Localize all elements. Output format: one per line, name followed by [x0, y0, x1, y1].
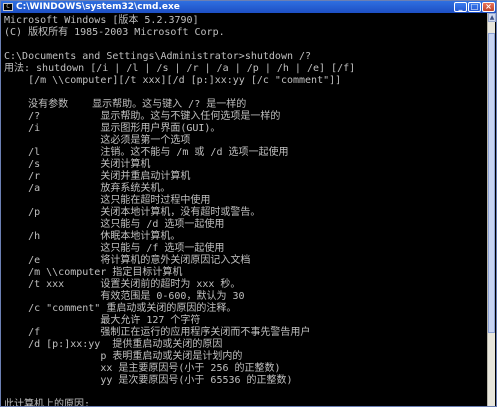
- window-controls: _ □ ×: [454, 2, 495, 12]
- console-line: /h 休眠本地计算机。: [4, 231, 181, 242]
- console-icon: C: [3, 3, 13, 11]
- console-line: /e 将计算机的意外关闭原因记入文档: [4, 255, 251, 266]
- console-line: xx 是主要原因号(小于 256 的正整数): [4, 363, 281, 374]
- console-line: 这必须是第一个选项: [4, 135, 191, 146]
- console-line: 有效范围是 0-600，默认为 30: [4, 291, 245, 302]
- console-line: /? 显示帮助。这与不键入任何选项是一样的: [4, 111, 281, 122]
- console-line: /s 关闭计算机: [4, 159, 151, 170]
- console-line: /i 显示图形用户界面(GUI)。: [4, 123, 221, 134]
- console-line: 此计算机上的原因:: [4, 399, 91, 406]
- console-line: /a 放弃系统关机。: [4, 183, 171, 194]
- console-line: /f 强制正在运行的应用程序关闭而不事先警告用户: [4, 327, 311, 338]
- console-line: /p 关闭本地计算机，没有超时或警告。: [4, 207, 261, 218]
- console-line: 最大允许 127 个字符: [4, 315, 201, 326]
- console-line: /r 关闭并重启动计算机: [4, 171, 191, 182]
- console-line: /c "comment" 重启动或关闭的原因的注释。: [4, 303, 237, 314]
- console-line: /l 注销。这不能与 /m 或 /d 选项一起使用: [4, 147, 289, 158]
- console-line: Microsoft Windows [版本 5.2.3790]: [4, 15, 199, 26]
- console-line: (C) 版权所有 1985-2003 Microsoft Corp.: [4, 27, 225, 38]
- console-line: [/m \\computer][/t xxx][/d [p:]xx:yy [/c…: [4, 75, 342, 86]
- cmd-window: C C:\WINDOWS\system32\cmd.exe _ □ × Micr…: [0, 0, 497, 407]
- console-line: p 表明重启动或关闭是计划内的: [4, 351, 243, 362]
- console-line: /t xxx 设置关闭前的超时为 xxx 秒。: [4, 279, 241, 290]
- console-line: yy 是次要原因号(小于 65536 的正整数): [4, 375, 293, 386]
- console-line: 这只能在超时过程中使用: [4, 195, 211, 206]
- scroll-up-arrow-icon[interactable]: ▲: [488, 13, 496, 22]
- window-title: C:\WINDOWS\system32\cmd.exe: [16, 2, 180, 12]
- console-line: 这只能与 /d 选项一起使用: [4, 219, 225, 230]
- console-line: 这只能与 /f 选项一起使用: [4, 243, 225, 254]
- console-line: /d [p:]xx:yy 提供重启动或关闭的原因: [4, 339, 223, 350]
- scroll-thumb[interactable]: [488, 33, 495, 333]
- maximize-button[interactable]: □: [468, 2, 481, 12]
- vertical-scrollbar[interactable]: ▲: [487, 13, 496, 406]
- console-line: C:\Documents and Settings\Administrator>…: [4, 51, 312, 62]
- console-line: 用法: shutdown [/i | /l | /s | /r | /a | /…: [4, 63, 356, 74]
- console-line: /m \\computer 指定目标计算机: [4, 267, 183, 278]
- title-bar[interactable]: C C:\WINDOWS\system32\cmd.exe _ □ ×: [1, 1, 496, 13]
- console-output[interactable]: Microsoft Windows [版本 5.2.3790] (C) 版权所有 …: [2, 13, 488, 406]
- close-button[interactable]: ×: [482, 2, 495, 12]
- minimize-button[interactable]: _: [454, 2, 467, 12]
- console-line: 没有参数 显示帮助。这与键入 /? 是一样的: [4, 99, 247, 110]
